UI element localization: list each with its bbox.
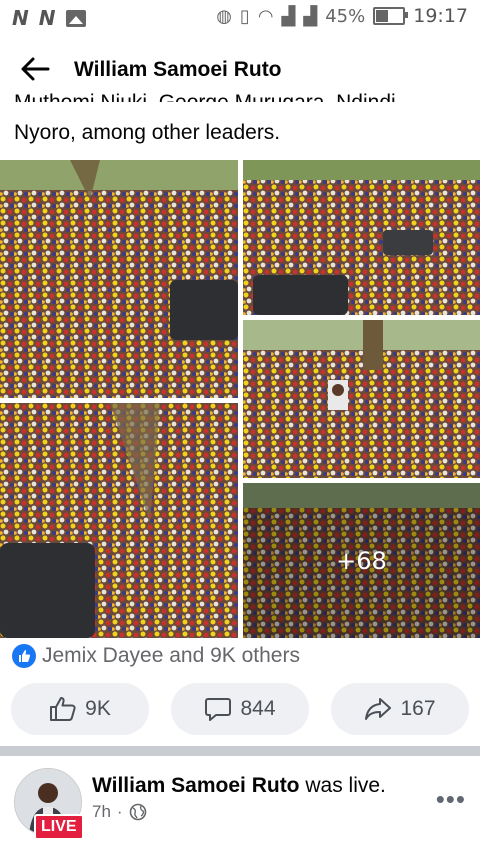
header-mask [0, 102, 480, 116]
clock: 19:17 [413, 5, 468, 27]
share-arrow-icon [365, 698, 392, 720]
battery-icon [373, 7, 409, 25]
page-title: William Samoei Ruto [74, 58, 282, 81]
comment-count: 844 [240, 697, 276, 720]
globe-icon [129, 803, 146, 821]
next-post-suffix: was live. [299, 774, 386, 797]
system-icons: ◍ ▯ ◠ ▟ ▟ 45% 19:17 [216, 5, 468, 27]
post-photo-4[interactable] [0, 403, 238, 638]
notification-n-icon: N [38, 6, 56, 30]
data-saver-icon: ◍ [216, 5, 232, 27]
post-photo-3[interactable] [243, 320, 480, 478]
post-photo-2[interactable] [243, 160, 480, 315]
post-text-line: Nyoro, among other leaders. [14, 121, 281, 144]
post-photo-1[interactable] [0, 160, 238, 398]
more-options-icon[interactable]: ••• [436, 784, 466, 815]
next-post-title: William Samoei Ruto was live. [92, 774, 386, 798]
like-reaction-icon [12, 644, 36, 668]
status-bar: N N ◍ ▯ ◠ ▟ ▟ 45% 19:17 [0, 0, 480, 36]
post-text: Muthomi Njuki, George Murugara, Ndindi N… [14, 88, 474, 148]
post-time[interactable]: 7h [92, 802, 111, 822]
reactions-text: Jemix Dayee and 9K others [42, 644, 300, 667]
battery-percent: 45% [325, 5, 366, 27]
meta-separator: · [116, 802, 123, 821]
next-post-meta: 7h · [92, 802, 147, 822]
more-photos-label: +68 [336, 546, 387, 575]
next-post-author[interactable]: William Samoei Ruto [92, 774, 300, 797]
signal-icon-2: ▟ [303, 5, 318, 27]
reactions-summary[interactable]: Jemix Dayee and 9K others [12, 644, 300, 668]
thumbs-up-icon [50, 697, 76, 721]
live-badge: LIVE [34, 814, 84, 840]
image-notification-icon [65, 9, 86, 27]
post-photo-5[interactable]: +68 [243, 483, 480, 638]
share-count: 167 [400, 697, 436, 720]
signal-icon: ▟ [281, 5, 296, 27]
wifi-icon: ◠ [257, 5, 274, 27]
notification-icons: N N [12, 6, 86, 30]
share-button[interactable]: 167 [331, 683, 469, 735]
back-arrow-icon[interactable] [20, 56, 50, 82]
notification-n-icon: N [12, 6, 29, 30]
post-divider [0, 746, 480, 756]
comment-icon [205, 698, 232, 721]
comment-button[interactable]: 844 [171, 683, 309, 735]
like-button[interactable]: 9K [11, 683, 149, 735]
like-count: 9K [85, 697, 111, 720]
vibrate-icon: ▯ [239, 5, 250, 27]
